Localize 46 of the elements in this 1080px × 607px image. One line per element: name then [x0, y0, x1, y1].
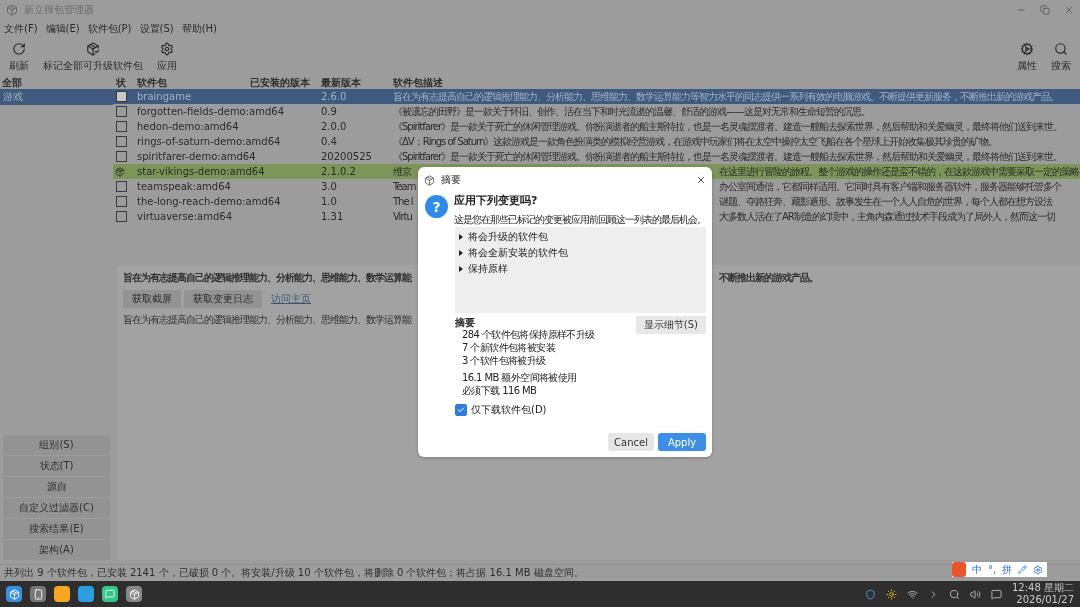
description-cell: 《被遗忘的田野》是一款关于怀旧、创作、活在当下和时光流逝的温馨、舒适的游戏——这是对无常和生命短暂的沉思。: [393, 104, 870, 119]
summary-line: 284 个软件包将保持原样不升级: [462, 328, 595, 341]
description-cell: 维京: [393, 164, 411, 179]
version-cell: 20200525: [321, 151, 372, 162]
package-name: spiritfarer-demo:amd64: [137, 151, 256, 162]
dialog-title: 摘要: [441, 173, 461, 187]
package-name: teamspeak:amd64: [137, 181, 231, 192]
summary-line: 7 个新软件包将被安装: [462, 341, 555, 354]
summary-line: 必须下载 116 MB: [462, 384, 537, 397]
dialog-heading: 应用下列变更吗?: [454, 193, 538, 208]
summary-label: 摘要: [455, 316, 475, 330]
package-name: braingame: [137, 91, 192, 102]
package-name: hedon-demo:amd64: [137, 121, 239, 132]
description-cell: 办公室间通信，它都同样适用。它同时具有客户端和服务器软件，服务器能够托管多个: [719, 179, 1061, 194]
description-cell: Team: [393, 181, 416, 192]
version-cell: 1.31: [321, 211, 344, 222]
clock-time: 12:48 星期二: [1012, 582, 1074, 594]
description-cell: The l: [393, 196, 413, 207]
package-name: virtuaverse:amd64: [137, 211, 233, 222]
summary-line: 16.1 MB 额外空间将被使用: [462, 371, 577, 384]
package-summary: 不断推出新的游戏产品。: [719, 271, 818, 285]
package-name: forgotten-fields-demo:amd64: [137, 106, 285, 117]
description-cell: 旨在为有志提高自己的逻辑推理能力、分析能力、思维能力、数学运算能力等智力水平的同志提供一系列有效的电脑游戏。不断提供更新服务，不断推出新的游戏产品。: [393, 89, 1059, 104]
package-name: the-long-reach-demo:amd64: [137, 196, 281, 207]
description-cell: 《Spiritfarer》是一款关于死亡的休闲管理游戏。你扮演逝者的船主斯特拉，也是一名灵魂摆渡者。建造一艘船去探索世界，然后帮助和关爱幽灵，最终将他们送到来世。: [393, 149, 1063, 164]
summary-line: 3 个软件包将被升级: [462, 354, 546, 367]
version-cell: 2.1.0.2: [321, 166, 356, 177]
dialog-message: 这是您在那些已标记的变更被应用前回顾这一列表的最后机会。: [454, 213, 706, 227]
version-cell: 3.0: [321, 181, 337, 192]
description-cell: Virtu: [393, 211, 412, 222]
description-cell: 《Spiritfarer》是一款关于死亡的休闲管理游戏。你扮演逝者的船主斯特拉，也是一名灵魂摆渡者。建造一艘船去探索世界，然后帮助和关爱幽灵，最终将他们送到来世。: [393, 119, 1063, 134]
version-cell: 1.0: [321, 196, 337, 207]
description-cell: 《ΔV：Rings of Saturn》这款游戏是一款角色扮演类的模拟经营游戏，在游戏中玩家们将在太空中操控太空飞船在各个星球上开始收集极其珍贵的矿物。: [393, 134, 998, 149]
description-cell: 大多数人活在了AR制造的幻境中，主角内森通过技术手段成为了局外人，然而这一切: [719, 209, 1055, 224]
version-cell: 2.6.0: [321, 91, 347, 102]
clock-date: 2026/01/27: [1016, 594, 1074, 606]
description-cell: 谜题、夺路狂奔、藏影遁形。故事发生在一个人人自危的世界，每个人都在想方设法: [719, 194, 1052, 209]
version-cell: 0.9: [321, 106, 337, 117]
version-cell: 2.0.0: [321, 121, 347, 132]
package-description: 旨在为有志提高自己的逻辑推理能力、分析能力、思维能力、数学运算能: [123, 313, 411, 327]
question-icon: ?: [425, 195, 448, 218]
package-summary: 旨在为有志提高自己的逻辑推理能力、分析能力、思维能力、数学运算能: [123, 271, 411, 285]
version-cell: 0.4: [321, 136, 337, 147]
package-name: star-vikings-demo:amd64: [137, 166, 265, 177]
package-name: rings-of-saturn-demo:amd64: [137, 136, 281, 147]
sidebar-header: 全部: [1, 77, 23, 89]
